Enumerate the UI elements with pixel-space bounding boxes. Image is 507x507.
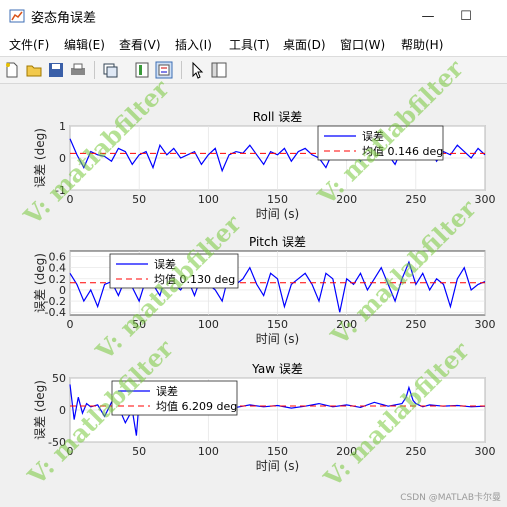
toolbar-separator [94,61,95,79]
chart-title: Yaw 误差 [251,362,303,376]
y-tick-label: -0.2 [45,295,66,308]
y-tick-label: 0 [59,404,66,417]
x-tick-label: 200 [336,193,357,206]
x-tick-label: 300 [475,193,496,206]
x-axis-label: 时间 (s) [256,207,299,221]
legend-label-mean: 均值 0.146 deg [362,145,443,158]
x-tick-label: 50 [132,193,146,206]
x-tick-label: 200 [336,318,357,331]
x-tick-label: 150 [267,318,288,331]
propertyeditor-icon[interactable] [210,61,228,79]
menu-desktop[interactable]: 桌面(D) [283,36,326,53]
x-tick-label: 0 [67,193,74,206]
x-tick-label: 150 [267,445,288,458]
chart-title: Roll 误差 [253,110,303,124]
x-tick-label: 300 [475,445,496,458]
y-tick-label: 0 [59,284,66,297]
y-tick-label: -1 [55,184,66,197]
menu-view[interactable]: 查看(V) [119,36,161,53]
x-tick-label: 250 [405,193,426,206]
legend-label-error: 误差 [156,384,178,398]
menu-window[interactable]: 窗口(W) [340,36,385,53]
pointer-icon[interactable] [188,61,206,79]
link-icon[interactable] [101,61,119,79]
y-tick-label: 0.2 [49,273,67,286]
x-axis-label: 时间 (s) [256,332,299,346]
chart-svg: 0 50 100 150 200 250 300-101Roll 误差时间 (s)误差 (d… [33,110,496,473]
x-tick-label: 100 [198,445,219,458]
legend-label-error: 误差 [362,129,384,143]
new-icon[interactable] [3,61,21,79]
menu-bar: 文件(F) 编辑(E) 查看(V) 插入(I) 工具(T) 桌面(D) 窗口(W… [0,32,507,57]
x-tick-label: 50 [132,318,146,331]
title-bar: 姿态角误差 — ☐ [0,0,507,33]
menu-help[interactable]: 帮助(H) [401,36,443,53]
y-tick-label: 0.4 [49,262,67,275]
legend-label-error: 误差 [154,257,176,271]
chart-title: Pitch 误差 [249,235,306,249]
y-tick-label: 50 [52,372,66,385]
x-tick-label: 200 [336,445,357,458]
x-axis-label: 时间 (s) [256,459,299,473]
x-tick-label: 100 [198,193,219,206]
x-tick-label: 250 [405,318,426,331]
menu-edit[interactable]: 编辑(E) [64,36,105,53]
toolbar-separator [181,61,182,79]
datacursor-icon[interactable] [133,61,151,79]
footer-credit: CSDN @MATLAB卡尔曼 [400,493,501,503]
save-icon[interactable] [47,61,65,79]
legend-label-mean: 均值 6.209 deg [156,400,237,413]
y-tick-label: -50 [48,436,66,449]
x-tick-label: 250 [405,445,426,458]
toolbar [0,57,507,84]
x-tick-label: 300 [475,318,496,331]
x-tick-label: 100 [198,318,219,331]
maximize-button[interactable]: ☐ [443,0,489,32]
legend-label-mean: 均值 0.130 deg [154,273,235,286]
y-tick-label: 0.6 [49,251,67,264]
open-icon[interactable] [25,61,43,79]
window-title: 姿态角误差 [31,11,97,26]
y-axis-label: 误差 (deg) [33,128,47,188]
x-tick-label: 50 [132,445,146,458]
menu-tools[interactable]: 工具(T) [229,36,270,53]
menu-file[interactable]: 文件(F) [9,36,49,53]
x-tick-label: 0 [67,445,74,458]
matlab-figure-icon [9,9,25,23]
legend-icon[interactable] [155,61,173,79]
x-tick-label: 150 [267,193,288,206]
print-icon[interactable] [69,61,87,79]
y-axis-label: 误差 (deg) [33,253,47,313]
y-tick-label: 1 [59,120,66,133]
menu-insert[interactable]: 插入(I) [175,36,212,53]
y-tick-label: -0.4 [45,306,66,319]
x-tick-label: 0 [67,318,74,331]
y-tick-label: 0 [59,152,66,165]
y-axis-label: 误差 (deg) [33,380,47,440]
